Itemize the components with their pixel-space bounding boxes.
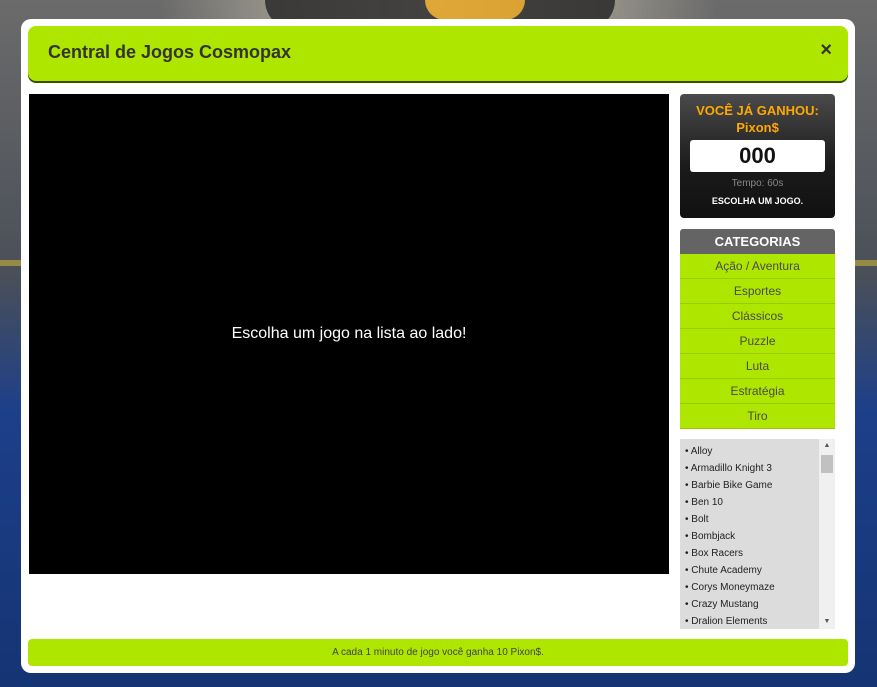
- list-item[interactable]: • Chute Academy: [685, 562, 835, 579]
- list-item[interactable]: • Bolt: [685, 511, 835, 528]
- game-area[interactable]: Escolha um jogo na lista ao lado!: [29, 94, 669, 574]
- modal-header: Central de Jogos Cosmopax ×: [28, 26, 848, 81]
- list-item[interactable]: • Bombjack: [685, 528, 835, 545]
- games-list[interactable]: • Alloy • Armadillo Knight 3 • Barbie Bi…: [680, 439, 835, 629]
- categories-panel: CATEGORIAS Ação / Aventura Esportes Clás…: [680, 229, 835, 429]
- list-item[interactable]: • Barbie Bike Game: [685, 477, 835, 494]
- games-list-scrollbar[interactable]: ▲ ▼: [819, 439, 835, 629]
- list-item[interactable]: • Dralion Elements: [685, 613, 835, 629]
- list-item[interactable]: • Alloy: [685, 443, 835, 460]
- category-action-adventure[interactable]: Ação / Aventura: [680, 254, 835, 279]
- list-item[interactable]: • Box Racers: [685, 545, 835, 562]
- won-label-line2: Pixon$: [736, 120, 779, 135]
- category-classics[interactable]: Clássicos: [680, 304, 835, 329]
- won-label: VOCÊ JÁ GANHOU: Pixon$: [680, 94, 835, 136]
- game-prompt: Escolha um jogo na lista ao lado!: [231, 325, 467, 342]
- category-strategy[interactable]: Estratégia: [680, 379, 835, 404]
- list-item[interactable]: • Corys Moneymaze: [685, 579, 835, 596]
- category-fighting[interactable]: Luta: [680, 354, 835, 379]
- game-center-modal: Central de Jogos Cosmopax × Escolha um j…: [21, 19, 855, 673]
- list-item[interactable]: • Ben 10: [685, 494, 835, 511]
- scroll-thumb[interactable]: [821, 455, 833, 473]
- time-label: Tempo: 60s: [731, 178, 784, 189]
- close-button[interactable]: ×: [820, 39, 832, 62]
- scroll-down-arrow-icon[interactable]: ▼: [819, 615, 835, 629]
- status-label: ESCOLHA UM JOGO.: [711, 196, 804, 206]
- category-puzzle[interactable]: Puzzle: [680, 329, 835, 354]
- won-label-line1: VOCÊ JÁ GANHOU:: [696, 103, 819, 118]
- footer-info: A cada 1 minuto de jogo você ganha 10 Pi…: [28, 639, 848, 666]
- score-panel: VOCÊ JÁ GANHOU: Pixon$ 000 Tempo: 60s ES…: [680, 94, 835, 218]
- scroll-up-arrow-icon[interactable]: ▲: [819, 439, 835, 453]
- category-sports[interactable]: Esportes: [680, 279, 835, 304]
- score-value: 000: [690, 140, 825, 172]
- list-item[interactable]: • Armadillo Knight 3: [685, 460, 835, 477]
- list-item[interactable]: • Crazy Mustang: [685, 596, 835, 613]
- modal-title: Central de Jogos Cosmopax: [48, 42, 292, 62]
- category-shooting[interactable]: Tiro: [680, 404, 835, 429]
- categories-header: CATEGORIAS: [680, 229, 835, 254]
